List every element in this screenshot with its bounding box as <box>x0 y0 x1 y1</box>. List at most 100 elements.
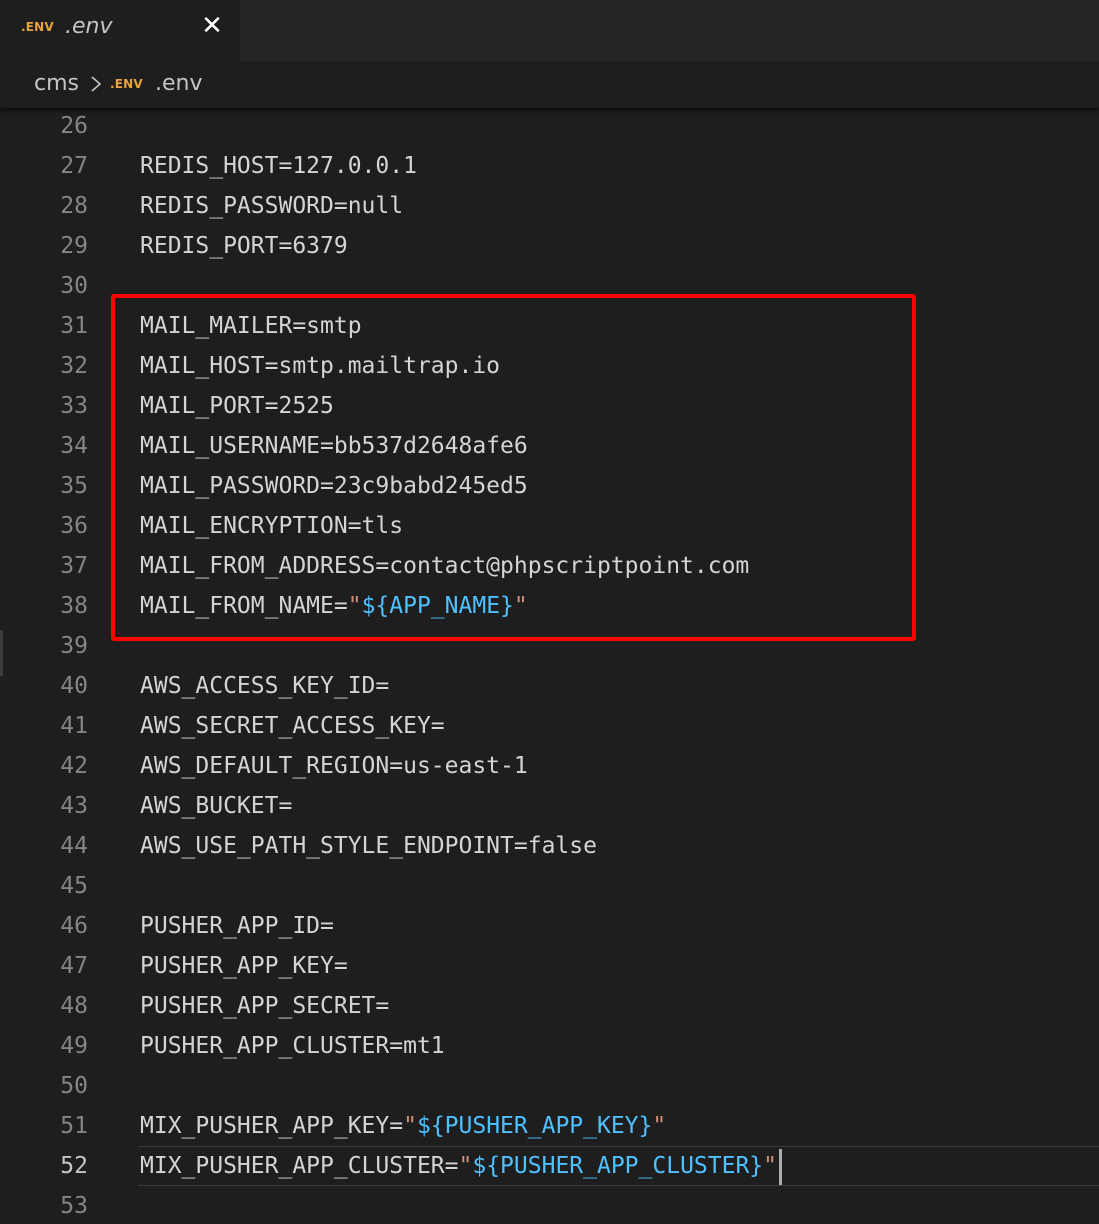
code-text: MAIL_ENCRYPTION=tls <box>140 506 403 546</box>
line-number: 35 <box>60 473 88 499</box>
code-token: MIX_PUSHER_APP_CLUSTER= <box>140 1153 459 1179</box>
code-text: MAIL_MAILER=smtp <box>140 306 362 346</box>
line-number: 34 <box>60 433 88 459</box>
code-token: AWS_SECRET_ACCESS_KEY= <box>140 713 445 739</box>
code-editor[interactable]: 26 27 REDIS_HOST=127.0.0.1 28 REDIS_PASSWORD… <box>0 108 1099 1224</box>
code-text: MAIL_FROM_ADDRESS=contact@phpscriptpoint… <box>140 546 749 586</box>
code-line[interactable]: 49 PUSHER_APP_CLUSTER=mt1 <box>0 1026 1099 1066</box>
line-number: 47 <box>60 953 88 979</box>
code-line[interactable]: 46 PUSHER_APP_ID= <box>0 906 1099 946</box>
code-text: MAIL_PASSWORD=23c9babd245ed5 <box>140 466 528 506</box>
code-token: AWS_DEFAULT_REGION=us-east-1 <box>140 753 528 779</box>
code-token: MAIL_PORT=2525 <box>140 393 334 419</box>
code-text: MIX_PUSHER_APP_KEY="${PUSHER_APP_KEY}" <box>140 1106 666 1146</box>
code-text: AWS_DEFAULT_REGION=us-east-1 <box>140 746 528 786</box>
code-line[interactable]: 38 MAIL_FROM_NAME="${APP_NAME}" <box>0 586 1099 626</box>
line-number: 30 <box>60 273 88 299</box>
code-line[interactable]: 52 MIX_PUSHER_APP_CLUSTER= "${PUSHER_APP_C… <box>0 1146 1099 1186</box>
code-line[interactable]: 41 AWS_SECRET_ACCESS_KEY= <box>0 706 1099 746</box>
code-line[interactable]: 43 AWS_BUCKET= <box>0 786 1099 826</box>
code-token: MIX_PUSHER_APP_KEY= <box>140 1113 404 1139</box>
code-line[interactable]: 51 MIX_PUSHER_APP_KEY="${PUSHER_APP_KEY}" <box>0 1106 1099 1146</box>
code-text: AWS_ACCESS_KEY_ID= <box>140 666 389 706</box>
code-line[interactable]: 36 MAIL_ENCRYPTION=tls <box>0 506 1099 546</box>
code-text: PUSHER_APP_SECRET= <box>140 986 389 1026</box>
code-token: MAIL_HOST=smtp.mailtrap.io <box>140 353 501 379</box>
string-quote: " <box>763 1153 778 1179</box>
code-line[interactable]: 28 REDIS_PASSWORD=null <box>0 186 1099 226</box>
line-number: 52 <box>60 1153 88 1179</box>
line-number: 44 <box>60 833 88 859</box>
code-line[interactable]: 47 PUSHER_APP_KEY= <box>0 946 1099 986</box>
breadcrumb-folder[interactable]: cms <box>34 71 79 96</box>
code-line[interactable]: 31 MAIL_MAILER=smtp <box>0 306 1099 346</box>
code-line[interactable]: 34 MAIL_USERNAME=bb537d2648afe6 <box>0 426 1099 466</box>
code-token: MAIL_USERNAME=bb537d2648afe6 <box>140 433 528 459</box>
gutter-indicator <box>0 630 3 676</box>
tab-env-file[interactable]: .ENV .env ✕ <box>0 0 240 62</box>
string-quote: " <box>513 593 528 619</box>
code-line[interactable]: 40 AWS_ACCESS_KEY_ID= <box>0 666 1099 706</box>
code-text: PUSHER_APP_ID= <box>140 906 334 946</box>
code-text: AWS_BUCKET= <box>140 786 292 826</box>
code-token: PUSHER_APP_KEY= <box>140 953 348 979</box>
code-line[interactable]: 39 <box>0 626 1099 666</box>
code-line[interactable]: 48 PUSHER_APP_SECRET= <box>0 986 1099 1026</box>
env-file-icon: .ENV <box>21 20 54 34</box>
code-token: MAIL_MAILER=smtp <box>140 313 362 339</box>
line-number: 46 <box>60 913 88 939</box>
line-number: 41 <box>60 713 88 739</box>
code-line[interactable]: 45 <box>0 866 1099 906</box>
line-number: 26 <box>60 113 88 139</box>
code-line[interactable]: 30 <box>0 266 1099 306</box>
code-token: AWS_BUCKET= <box>140 793 293 819</box>
line-number: 50 <box>60 1073 88 1099</box>
chevron-right-icon <box>91 76 102 92</box>
line-number: 40 <box>60 673 88 699</box>
code-token: PUSHER_APP_SECRET= <box>140 993 390 1019</box>
string-quote: " <box>652 1113 667 1139</box>
code-line[interactable]: 44 AWS_USE_PATH_STYLE_ENDPOINT=false <box>0 826 1099 866</box>
close-icon[interactable]: ✕ <box>199 11 225 41</box>
code-token: REDIS_PORT=6379 <box>140 233 348 259</box>
code-line[interactable]: 33 MAIL_PORT=2525 <box>0 386 1099 426</box>
code-line[interactable]: 37 MAIL_FROM_ADDRESS=contact@phpscriptpoi… <box>0 546 1099 586</box>
line-number: 29 <box>60 233 88 259</box>
template-variable: ${PUSHER_APP_KEY} <box>416 1113 653 1139</box>
code-line[interactable]: 29 REDIS_PORT=6379 <box>0 226 1099 266</box>
code-line[interactable]: 50 <box>0 1066 1099 1106</box>
code-token: PUSHER_APP_ID= <box>140 913 334 939</box>
code-token: MAIL_ENCRYPTION=tls <box>140 513 404 539</box>
breadcrumb-file[interactable]: .env <box>155 71 203 96</box>
code-line[interactable]: 53 <box>0 1186 1099 1224</box>
code-text: MAIL_PORT=2525 <box>140 386 334 426</box>
code-text: MIX_PUSHER_APP_CLUSTER= "${PUSHER_APP_CLU… <box>140 1146 783 1186</box>
code-line[interactable]: 42 AWS_DEFAULT_REGION=us-east-1 <box>0 746 1099 786</box>
code-token: AWS_ACCESS_KEY_ID= <box>140 673 390 699</box>
code-text: MAIL_HOST=smtp.mailtrap.io <box>140 346 500 386</box>
code-line[interactable]: 32 MAIL_HOST=smtp.mailtrap.io <box>0 346 1099 386</box>
code-line[interactable]: 26 <box>0 106 1099 146</box>
code-token: PUSHER_APP_CLUSTER=mt1 <box>140 1033 445 1059</box>
code-token: AWS_USE_PATH_STYLE_ENDPOINT=false <box>140 833 597 859</box>
code-text: REDIS_PASSWORD=null <box>140 186 403 226</box>
code-text: REDIS_HOST=127.0.0.1 <box>140 146 417 186</box>
code-token: MAIL_PASSWORD=23c9babd245ed5 <box>140 473 528 499</box>
template-variable: ${APP_NAME} <box>361 593 514 619</box>
code-text: MAIL_FROM_NAME="${APP_NAME}" <box>140 586 528 626</box>
line-number: 37 <box>60 553 88 579</box>
code-token: REDIS_PASSWORD=null <box>140 193 404 219</box>
line-number: 39 <box>60 633 88 659</box>
string-quote: " <box>403 1113 417 1139</box>
line-number: 27 <box>60 153 88 179</box>
line-number: 38 <box>60 593 88 619</box>
code-line[interactable]: 27 REDIS_HOST=127.0.0.1 <box>0 146 1099 186</box>
code-token: REDIS_HOST=127.0.0.1 <box>140 153 417 179</box>
line-number: 42 <box>60 753 88 779</box>
template-variable: ${PUSHER_APP_CLUSTER} <box>472 1153 764 1179</box>
text-cursor <box>779 1148 783 1185</box>
code-text: PUSHER_APP_KEY= <box>140 946 348 986</box>
code-line[interactable]: 35 MAIL_PASSWORD=23c9babd245ed5 <box>0 466 1099 506</box>
line-number: 48 <box>60 993 88 1019</box>
line-number: 32 <box>60 353 88 379</box>
